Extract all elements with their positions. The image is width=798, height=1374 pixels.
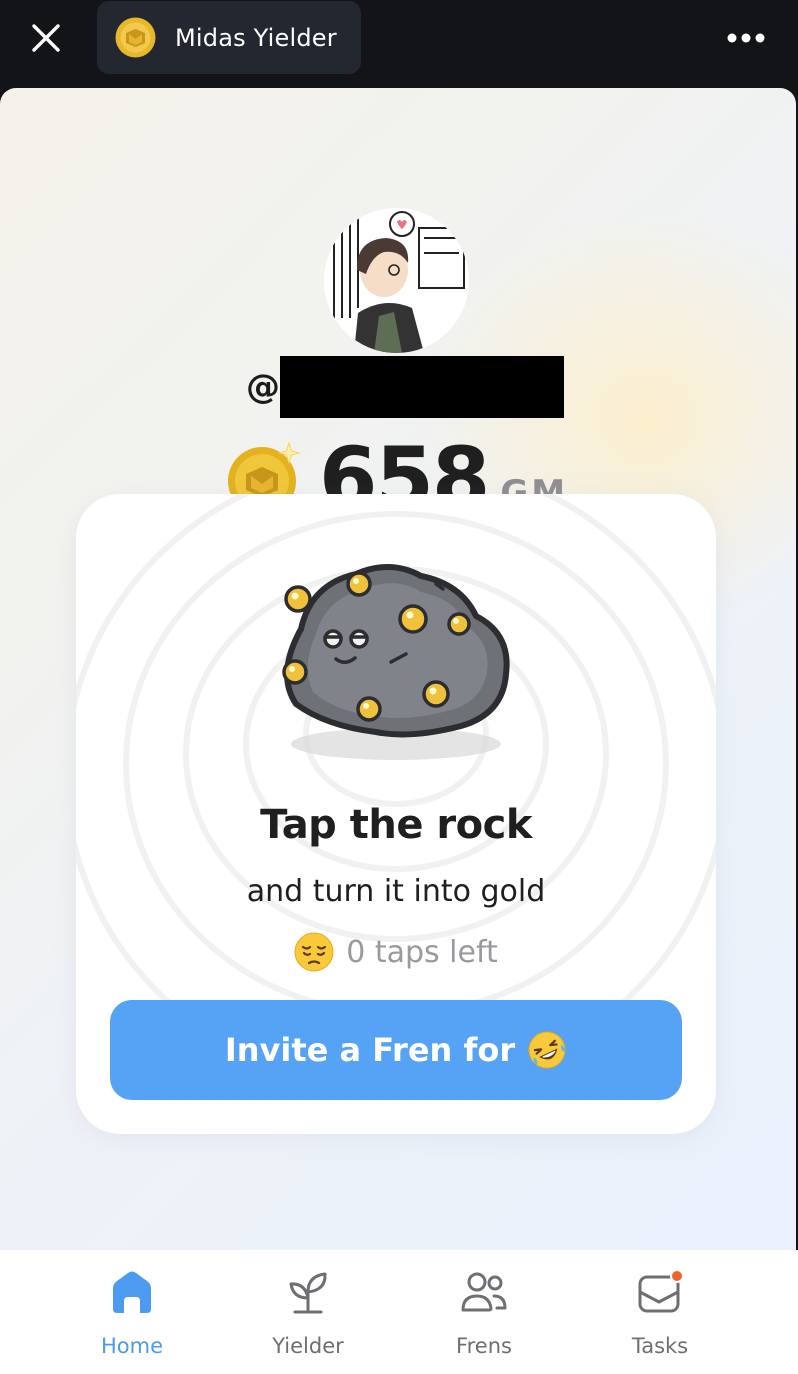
username-redacted	[280, 356, 564, 418]
app-title-pill[interactable]: Midas Yielder	[97, 1, 361, 74]
invite-button-label: Invite a Fren for	[224, 1031, 516, 1069]
midas-logo-icon	[115, 17, 156, 58]
home-icon	[113, 1271, 151, 1313]
sprout-icon	[289, 1272, 327, 1314]
invite-fren-button[interactable]: Invite a Fren for	[110, 1000, 682, 1100]
notification-badge	[672, 1271, 682, 1281]
nav-label-home: Home	[100, 1334, 163, 1358]
more-options-button[interactable]	[720, 22, 772, 54]
nav-label-tasks: Tasks	[631, 1334, 689, 1358]
username-row: @	[246, 356, 564, 418]
more-horizontal-icon	[727, 33, 765, 43]
avatar-illustration	[324, 208, 469, 353]
username-prefix: @	[246, 367, 280, 407]
nav-item-home[interactable]: Home	[62, 1268, 202, 1364]
close-button[interactable]	[26, 18, 66, 58]
rock-tap-target[interactable]	[271, 554, 521, 764]
nav-item-tasks[interactable]: Tasks	[590, 1268, 730, 1364]
top-bar: Midas Yielder	[0, 0, 798, 88]
nav-label-frens: Frens	[456, 1334, 512, 1358]
card-subtitle: and turn it into gold	[246, 874, 546, 909]
taps-left-row: 0 taps left	[76, 928, 716, 976]
nav-item-yielder[interactable]: Yielder	[238, 1268, 378, 1364]
tap-card: Tap the rock and turn it into gold 0 tap…	[76, 494, 716, 1134]
mail-notification-icon	[638, 1269, 684, 1313]
card-title: Tap the rock	[260, 802, 532, 848]
main-panel: @ 658 GM Tap the rock and turn it into g…	[0, 88, 796, 1374]
bottom-navigation: Home Yielder Frens Tasks	[0, 1250, 798, 1374]
taps-left-text: 0 taps left	[346, 934, 498, 970]
pensive-face-icon	[294, 932, 334, 972]
nav-item-frens[interactable]: Frens	[414, 1268, 554, 1364]
nav-label-yielder: Yielder	[272, 1334, 344, 1358]
close-icon	[32, 24, 60, 52]
rolling-laughing-icon	[528, 1031, 566, 1069]
avatar[interactable]	[324, 208, 469, 353]
users-icon	[461, 1272, 507, 1312]
app-title: Midas Yielder	[175, 23, 337, 52]
